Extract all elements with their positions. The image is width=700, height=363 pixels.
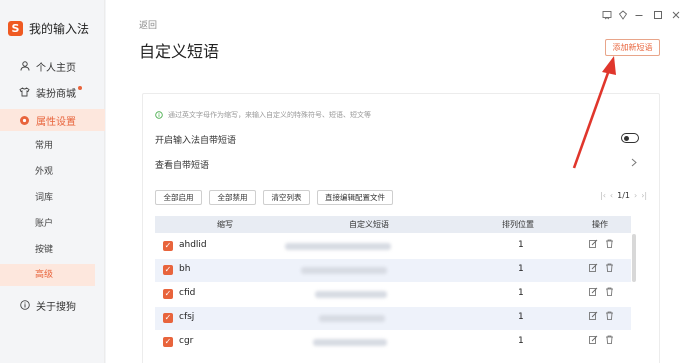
clear-list-button[interactable]: 清空列表 [263, 190, 310, 205]
sidebar-subitem-account[interactable]: 账户 [0, 213, 95, 235]
row-phrase-redacted [313, 339, 387, 346]
col-abbr: 缩写 [217, 220, 233, 229]
chevron-right-icon [631, 158, 637, 170]
app-window: S 我的输入法 个人主页 装扮商城 属性设置 常用 外观 词库 账户 按键 高级… [0, 0, 700, 363]
main-panel: 返回 自定义短语 添加新短语 通过英文字母作为缩写，来输入自定义的特殊符号、短语… [106, 0, 700, 363]
minimize-icon[interactable] [632, 8, 646, 22]
back-link[interactable]: 返回 [139, 18, 157, 31]
skin-icon[interactable] [616, 8, 630, 22]
sidebar-item-about[interactable]: 关于搜狗 [0, 295, 105, 315]
page-indicator: 1/1 [617, 191, 630, 200]
table-row: ✓ cgr 1 [155, 331, 631, 354]
row-actions [589, 287, 614, 299]
delete-icon[interactable] [605, 239, 614, 251]
row-phrase-redacted [301, 267, 387, 274]
brand: S 我的输入法 [8, 20, 89, 37]
brand-name: 我的输入法 [29, 22, 90, 36]
sogou-logo-icon: S [8, 21, 23, 36]
delete-icon[interactable] [605, 263, 614, 275]
table-row: ✓ bh 1 [155, 259, 631, 282]
maximize-icon[interactable] [651, 8, 665, 22]
feedback-icon[interactable] [600, 8, 614, 22]
sidebar: S 我的输入法 个人主页 装扮商城 属性设置 常用 外观 词库 账户 按键 高级… [0, 0, 105, 363]
sidebar-item-label: 个人主页 [36, 62, 76, 74]
row-order: 1 [518, 312, 524, 322]
row-order: 1 [518, 288, 524, 298]
edit-icon[interactable] [589, 239, 598, 251]
option-enable-builtin: 开启输入法自带短语 [155, 133, 649, 146]
option-view-label: 查看自带短语 [155, 161, 210, 171]
row-order: 1 [518, 240, 524, 250]
option-enable-label: 开启输入法自带短语 [155, 136, 237, 146]
table-row: ✓ cfsj 1 [155, 307, 631, 330]
row-abbr: cgr [179, 336, 194, 346]
row-abbr: bh [179, 264, 191, 274]
prev-page-icon[interactable]: ‹ [610, 191, 613, 200]
row-checkbox[interactable]: ✓ [163, 289, 173, 299]
page-title: 自定义短语 [139, 42, 220, 61]
edit-icon[interactable] [589, 263, 598, 275]
sidebar-item-profile[interactable]: 个人主页 [0, 56, 105, 76]
new-badge [78, 86, 82, 90]
tip: 通过英文字母作为缩写，来输入自定义的特殊符号、短语、短文等 [155, 110, 371, 120]
sidebar-item-settings[interactable]: 属性设置 [0, 109, 105, 131]
row-abbr: cfid [179, 288, 196, 298]
edit-icon[interactable] [589, 335, 598, 347]
table-row: ✓ cfid 1 [155, 283, 631, 306]
sidebar-subitem-common[interactable]: 常用 [0, 135, 95, 157]
pagination: |‹ ‹ 1/1 › ›| [600, 191, 647, 200]
row-actions [589, 263, 614, 275]
delete-icon[interactable] [605, 311, 614, 323]
row-order: 1 [518, 336, 524, 346]
row-checkbox[interactable]: ✓ [163, 337, 173, 347]
disable-all-button[interactable]: 全部禁用 [209, 190, 256, 205]
sidebar-item-label: 关于搜狗 [36, 301, 76, 313]
row-phrase-redacted [315, 291, 387, 298]
tip-icon [155, 111, 163, 119]
sidebar-subitem-keys[interactable]: 按键 [0, 239, 95, 261]
row-checkbox[interactable]: ✓ [163, 265, 173, 275]
table-scrollbar[interactable] [632, 234, 636, 282]
table-header: 缩写 自定义短语 排列位置 操作 [155, 216, 631, 233]
delete-icon[interactable] [605, 335, 614, 347]
row-abbr: cfsj [179, 312, 195, 322]
delete-icon[interactable] [605, 287, 614, 299]
row-phrase-redacted [319, 315, 385, 322]
row-checkbox[interactable]: ✓ [163, 241, 173, 251]
sidebar-subitem-appearance[interactable]: 外观 [0, 161, 95, 183]
shirt-icon [19, 87, 30, 98]
row-actions [589, 335, 614, 347]
info-icon [19, 300, 30, 311]
edit-icon[interactable] [589, 287, 598, 299]
next-page-icon[interactable]: › [634, 191, 637, 200]
sidebar-subitem-dictionary[interactable]: 词库 [0, 187, 95, 209]
enable-builtin-toggle[interactable] [621, 133, 639, 143]
phrase-card: 通过英文字母作为缩写，来输入自定义的特殊符号、短语、短文等 开启输入法自带短语 … [142, 93, 660, 363]
sidebar-subitem-advanced[interactable]: 高级 [0, 264, 95, 286]
edit-config-button[interactable]: 直接编辑配置文件 [317, 190, 393, 205]
row-actions [589, 239, 614, 251]
row-actions [589, 311, 614, 323]
row-order: 1 [518, 264, 524, 274]
settings-icon [19, 115, 30, 126]
option-view-builtin[interactable]: 查看自带短语 [155, 158, 649, 171]
enable-all-button[interactable]: 全部启用 [155, 190, 202, 205]
col-actions: 操作 [592, 220, 608, 229]
user-icon [19, 61, 30, 72]
col-order: 排列位置 [502, 220, 534, 229]
close-icon[interactable] [669, 8, 683, 22]
tip-text: 通过英文字母作为缩写，来输入自定义的特殊符号、短语、短文等 [168, 111, 371, 119]
sidebar-item-label: 装扮商城 [36, 88, 76, 100]
first-page-icon[interactable]: |‹ [600, 191, 606, 200]
row-phrase-redacted [285, 243, 391, 250]
row-abbr: ahdlid [179, 240, 207, 250]
table-row: ✓ ahdlid 1 [155, 235, 631, 258]
col-phrase: 自定义短语 [349, 220, 389, 229]
row-checkbox[interactable]: ✓ [163, 313, 173, 323]
add-phrase-button[interactable]: 添加新短语 [605, 39, 660, 56]
sidebar-item-label: 属性设置 [36, 116, 76, 128]
last-page-icon[interactable]: ›| [641, 191, 647, 200]
sidebar-item-store[interactable]: 装扮商城 [0, 82, 105, 102]
edit-icon[interactable] [589, 311, 598, 323]
